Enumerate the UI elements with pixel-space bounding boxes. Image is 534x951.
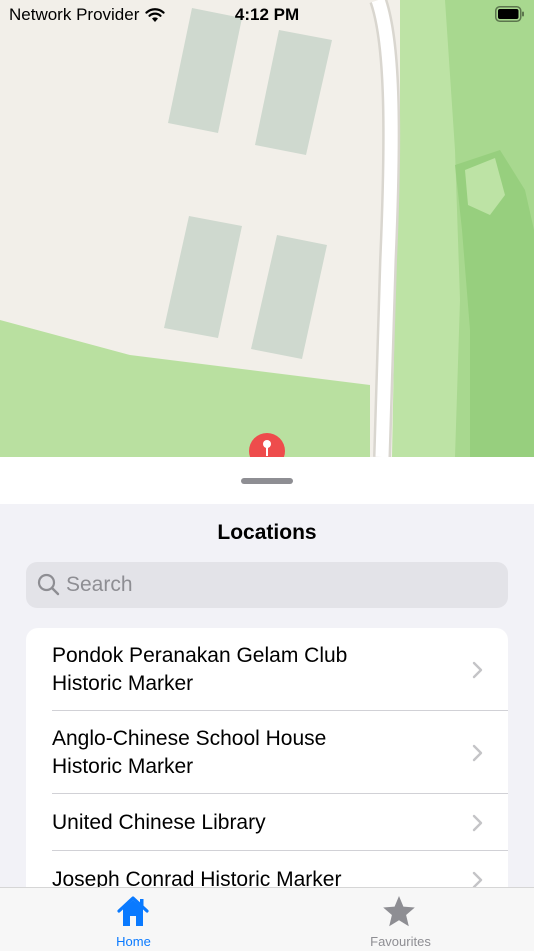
star-icon: [383, 896, 415, 927]
list-item[interactable]: Anglo-Chinese School House Historic Mark…: [26, 711, 508, 794]
tab-favourites[interactable]: Favourites: [267, 888, 534, 951]
search-input[interactable]: [66, 565, 486, 605]
list-item[interactable]: Pondok Peranakan Gelam Club Historic Mar…: [26, 628, 508, 711]
sheet-title: Locations: [217, 521, 317, 544]
location-name: United Chinese Library: [52, 810, 266, 834]
locations-sheet: Locations Pondok Peranakan Gelam Club Hi…: [0, 457, 534, 887]
list-item[interactable]: United Chinese Library: [26, 794, 508, 851]
map-pin-icon[interactable]: [249, 433, 285, 457]
status-bar: Network Provider 4:12 PM: [0, 0, 534, 30]
list-item[interactable]: Joseph Conrad Historic Marker: [26, 851, 508, 887]
tab-home-label: Home: [116, 934, 151, 949]
search-bar[interactable]: [26, 562, 508, 608]
location-name: Anglo-Chinese School House Historic Mark…: [52, 726, 327, 778]
tab-favourites-label: Favourites: [370, 934, 431, 949]
battery-icon: [495, 6, 524, 22]
sheet-grabber[interactable]: [241, 478, 293, 484]
clock: 4:12 PM: [234, 5, 300, 24]
map-view[interactable]: [0, 0, 534, 457]
chevron-right-icon: [472, 744, 483, 761]
house-icon: [117, 896, 149, 926]
location-name: Pondok Peranakan Gelam Club Historic Mar…: [52, 643, 348, 695]
chevron-right-icon: [472, 661, 483, 678]
sheet-header[interactable]: [0, 457, 534, 504]
tab-home[interactable]: Home: [0, 888, 267, 951]
search-icon: [37, 573, 60, 596]
chevron-right-icon: [472, 814, 483, 831]
location-name: Joseph Conrad Historic Marker: [52, 867, 342, 888]
chevron-right-icon: [472, 871, 483, 887]
locations-list: Pondok Peranakan Gelam Club Historic Mar…: [26, 628, 508, 887]
tab-bar: Home Favourites: [0, 887, 534, 951]
